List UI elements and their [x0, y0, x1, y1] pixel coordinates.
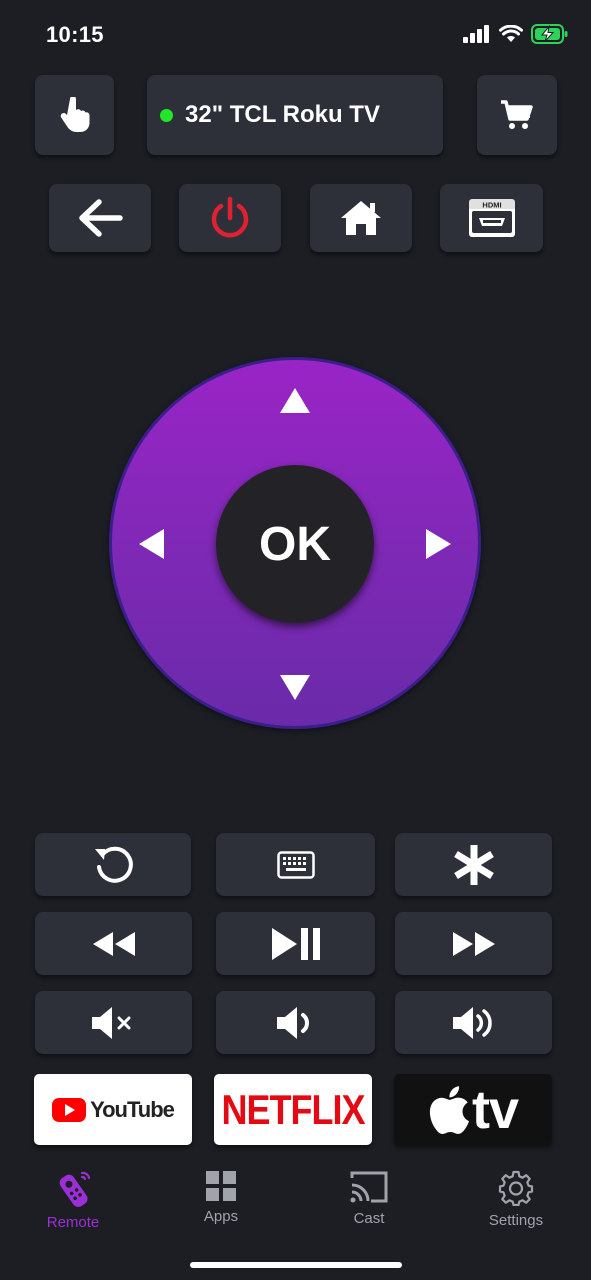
home-indicator[interactable]	[190, 1262, 402, 1268]
cast-icon	[350, 1171, 388, 1203]
fast-forward-icon	[452, 931, 495, 956]
rewind-button[interactable]	[35, 912, 192, 975]
fast-forward-button[interactable]	[395, 912, 552, 975]
youtube-app-button[interactable]: YouTube	[34, 1074, 192, 1145]
volume-down-icon	[276, 1006, 309, 1039]
device-selector[interactable]: 32" TCL Roku TV	[147, 75, 443, 155]
volume-up-button[interactable]	[395, 991, 552, 1054]
youtube-logo: YouTube	[52, 1096, 175, 1123]
device-name: 32" TCL Roku TV	[185, 101, 380, 128]
keyboard-button[interactable]	[216, 833, 375, 896]
cart-icon	[501, 100, 533, 129]
tab-settings[interactable]: Settings	[461, 1170, 571, 1229]
rewind-icon	[92, 931, 135, 956]
mute-icon	[91, 1006, 130, 1039]
down-arrow-icon[interactable]	[280, 675, 310, 700]
power-button[interactable]	[179, 184, 281, 252]
netflix-app-button[interactable]: NETFLIX	[214, 1074, 372, 1145]
status-icons	[463, 24, 569, 44]
volume-up-icon	[452, 1006, 492, 1039]
play-pause-button[interactable]	[216, 912, 375, 975]
connection-status-dot	[160, 108, 173, 122]
tab-label: Apps	[203, 1208, 239, 1225]
hand-pointer-icon	[60, 97, 89, 132]
signal-icon	[463, 25, 489, 43]
youtube-play-icon	[52, 1097, 87, 1122]
tab-remote[interactable]: Remote	[18, 1170, 128, 1231]
wifi-icon	[499, 25, 523, 42]
home-button[interactable]	[310, 184, 412, 252]
remote-icon	[59, 1171, 91, 1207]
replay-button[interactable]	[35, 833, 191, 896]
power-icon	[211, 196, 249, 238]
back-button[interactable]	[49, 184, 151, 252]
asterisk-icon	[453, 844, 494, 885]
touch-mode-button[interactable]	[35, 75, 114, 155]
left-arrow-icon[interactable]	[139, 529, 164, 559]
youtube-label: YouTube	[90, 1096, 175, 1122]
options-button[interactable]	[395, 833, 552, 896]
play-pause-icon	[271, 927, 320, 960]
appletv-logo: tv	[428, 1079, 519, 1140]
right-arrow-icon[interactable]	[426, 529, 451, 559]
up-arrow-icon[interactable]	[280, 388, 310, 413]
tab-label: Settings	[488, 1212, 544, 1229]
svg-text:HDMI: HDMI	[482, 201, 501, 210]
replay-icon	[95, 846, 133, 883]
tab-apps[interactable]: Apps	[166, 1170, 276, 1225]
input-source-button[interactable]: HDMI	[440, 184, 543, 252]
netflix-label: NETFLIX	[221, 1085, 366, 1133]
hdmi-icon: HDMI	[468, 199, 515, 237]
appletv-app-button[interactable]: tv	[394, 1074, 552, 1145]
status-time: 10:15	[46, 22, 104, 47]
ok-button[interactable]: OK	[216, 465, 374, 623]
keyboard-icon	[276, 850, 315, 879]
home-icon	[341, 201, 381, 235]
tab-label: Cast	[353, 1210, 385, 1227]
gear-icon	[498, 1170, 534, 1206]
tab-label: Remote	[46, 1214, 100, 1231]
mute-button[interactable]	[35, 991, 192, 1054]
tab-cast[interactable]: Cast	[314, 1170, 424, 1227]
grid-icon	[206, 1171, 236, 1201]
appletv-label: tv	[471, 1079, 519, 1140]
back-arrow-icon	[79, 199, 123, 237]
store-button[interactable]	[477, 75, 557, 155]
volume-down-button[interactable]	[216, 991, 375, 1054]
battery-icon	[531, 24, 568, 44]
apple-icon	[429, 1085, 469, 1134]
